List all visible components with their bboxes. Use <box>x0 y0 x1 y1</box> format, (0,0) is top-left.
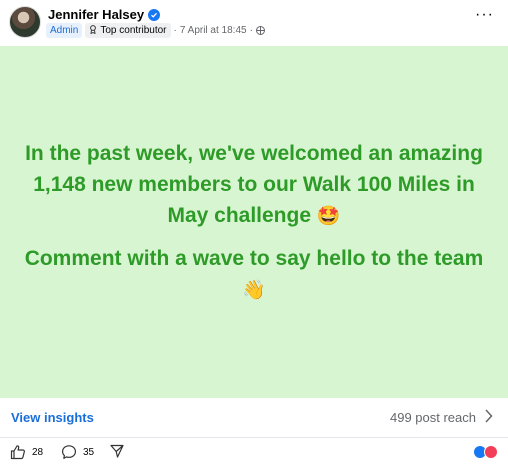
post-meta: Admin Top contributor · 7 April at 18:45… <box>46 23 265 38</box>
send-button[interactable] <box>110 444 124 458</box>
globe-icon <box>255 26 265 35</box>
post-time[interactable]: 7 April at 18:45 <box>180 25 247 36</box>
post-card: Jennifer Halsey Admin Top contributor · … <box>0 0 508 468</box>
like-button[interactable]: 28 <box>10 444 43 460</box>
more-icon: ··· <box>475 6 494 23</box>
chevron-right-icon[interactable] <box>484 409 493 423</box>
action-row: 28 35 <box>0 438 508 468</box>
comment-button[interactable]: 35 <box>61 444 94 460</box>
verified-icon <box>148 8 161 21</box>
reaction-summary[interactable] <box>473 445 498 459</box>
wave-emoji: 👋 <box>242 279 266 301</box>
insights-row: View insights 499 post reach <box>0 398 508 438</box>
more-options-button[interactable]: ··· <box>475 7 494 23</box>
meta-separator: · <box>249 25 253 36</box>
post-text-line-1: In the past week, we've welcomed an amaz… <box>19 138 489 232</box>
author-name[interactable]: Jennifer Halsey <box>48 7 144 22</box>
view-insights-link[interactable]: View insights <box>11 410 94 425</box>
post-header: Jennifer Halsey Admin Top contributor · … <box>0 0 508 46</box>
award-icon <box>89 25 97 36</box>
send-icon <box>110 444 124 458</box>
post-line-1-text: In the past week, we've welcomed an amaz… <box>25 142 483 227</box>
post-body: In the past week, we've welcomed an amaz… <box>0 46 508 398</box>
star-struck-emoji: 🤩 <box>316 205 341 227</box>
comment-count: 35 <box>83 446 95 458</box>
admin-badge: Admin <box>46 23 83 38</box>
love-reaction-icon <box>484 445 498 459</box>
comment-icon <box>62 445 76 459</box>
like-count: 28 <box>32 446 44 458</box>
post-text-line-2: Comment with a wave to say hello to the … <box>19 243 489 306</box>
post-line-2-text: Comment with a wave to say hello to the … <box>24 247 484 270</box>
top-contributor-badge: Top contributor <box>85 23 171 38</box>
author-row: Jennifer Halsey <box>48 7 161 22</box>
thumbs-up-icon <box>10 445 25 460</box>
top-contributor-label: Top contributor <box>100 25 167 36</box>
meta-separator: · <box>173 25 177 36</box>
avatar[interactable] <box>9 6 41 38</box>
post-reach[interactable]: 499 post reach <box>390 410 476 425</box>
